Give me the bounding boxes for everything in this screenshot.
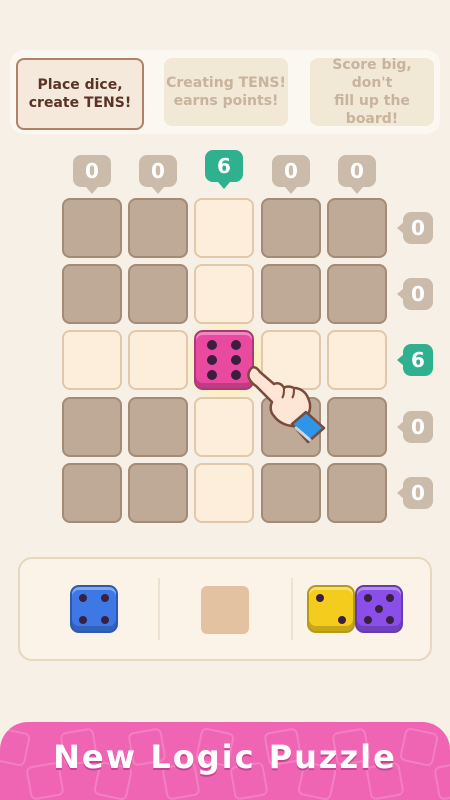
tray-divider — [158, 578, 160, 640]
die-pip — [385, 615, 394, 624]
hint-pointer — [397, 222, 404, 234]
die-pip — [337, 615, 346, 624]
die-pip — [364, 615, 373, 624]
board-cell[interactable] — [327, 463, 387, 523]
tray-divider — [291, 578, 293, 640]
column-hint-5: 0 — [338, 155, 376, 187]
banner-title: New Logic Puzzle — [53, 738, 397, 776]
die-pip — [207, 355, 217, 365]
pointing-hand-icon — [247, 366, 326, 444]
board-cell[interactable] — [128, 463, 188, 523]
tray-die[interactable] — [307, 585, 355, 633]
tip-card-3[interactable]: Score big, don't fill up the board! — [310, 57, 434, 127]
hint-pointer — [152, 187, 164, 194]
board-cell[interactable] — [261, 264, 321, 324]
hint-pointer — [86, 187, 98, 194]
board-cell[interactable] — [327, 198, 387, 258]
board-cell[interactable] — [62, 397, 122, 457]
board-cell[interactable] — [62, 463, 122, 523]
die-pip — [385, 594, 394, 603]
column-hint-1: 0 — [73, 155, 111, 187]
row-hint-2: 0 — [403, 278, 433, 310]
die-pip — [100, 615, 109, 624]
board-cell[interactable] — [62, 198, 122, 258]
die-pip — [375, 605, 383, 613]
column-hint-3: 6 — [205, 150, 243, 182]
column-hint-4: 0 — [272, 155, 310, 187]
hint-pointer — [218, 182, 230, 189]
board-cell[interactable] — [261, 463, 321, 523]
board-cell[interactable] — [194, 264, 254, 324]
die-pip — [231, 340, 241, 350]
board-cell[interactable] — [327, 397, 387, 457]
die-pip — [207, 340, 217, 350]
hint-pointer — [285, 187, 297, 194]
row-hint-3: 6 — [403, 344, 433, 376]
board-cell[interactable] — [327, 264, 387, 324]
hint-pointer — [397, 421, 404, 433]
board-cell[interactable] — [327, 330, 387, 390]
row-hint-5: 0 — [403, 477, 433, 509]
tray-slot-empty[interactable] — [201, 586, 249, 634]
row-hint-1: 0 — [403, 212, 433, 244]
die-pip — [79, 615, 88, 624]
die-pip — [316, 594, 325, 603]
row-hint-4: 0 — [403, 411, 433, 443]
die-pip — [79, 594, 88, 603]
die-pip — [100, 594, 109, 603]
board-cell[interactable] — [62, 264, 122, 324]
board-cell[interactable] — [194, 463, 254, 523]
hint-pointer — [397, 487, 404, 499]
board-cell[interactable] — [62, 330, 122, 390]
tutorial-tips: Place dice, create TENS! Creating TENS! … — [10, 50, 440, 134]
board-cell[interactable] — [128, 397, 188, 457]
tip-card-2[interactable]: Creating TENS! earns points! — [164, 58, 288, 126]
board-cell[interactable] — [194, 198, 254, 258]
hint-pointer — [351, 187, 363, 194]
hint-pointer — [397, 354, 404, 366]
promo-banner: New Logic Puzzle — [0, 722, 450, 800]
board-cell[interactable] — [128, 330, 188, 390]
column-hint-2: 0 — [139, 155, 177, 187]
hint-pointer — [397, 288, 404, 300]
tip-card-1[interactable]: Place dice, create TENS! — [16, 58, 144, 130]
board-cell[interactable] — [128, 264, 188, 324]
die-pip — [207, 370, 217, 380]
die-pip — [364, 594, 373, 603]
board-cell[interactable] — [128, 198, 188, 258]
board-cell[interactable] — [261, 198, 321, 258]
tray-die[interactable] — [355, 585, 403, 633]
tray-die[interactable] — [70, 585, 118, 633]
